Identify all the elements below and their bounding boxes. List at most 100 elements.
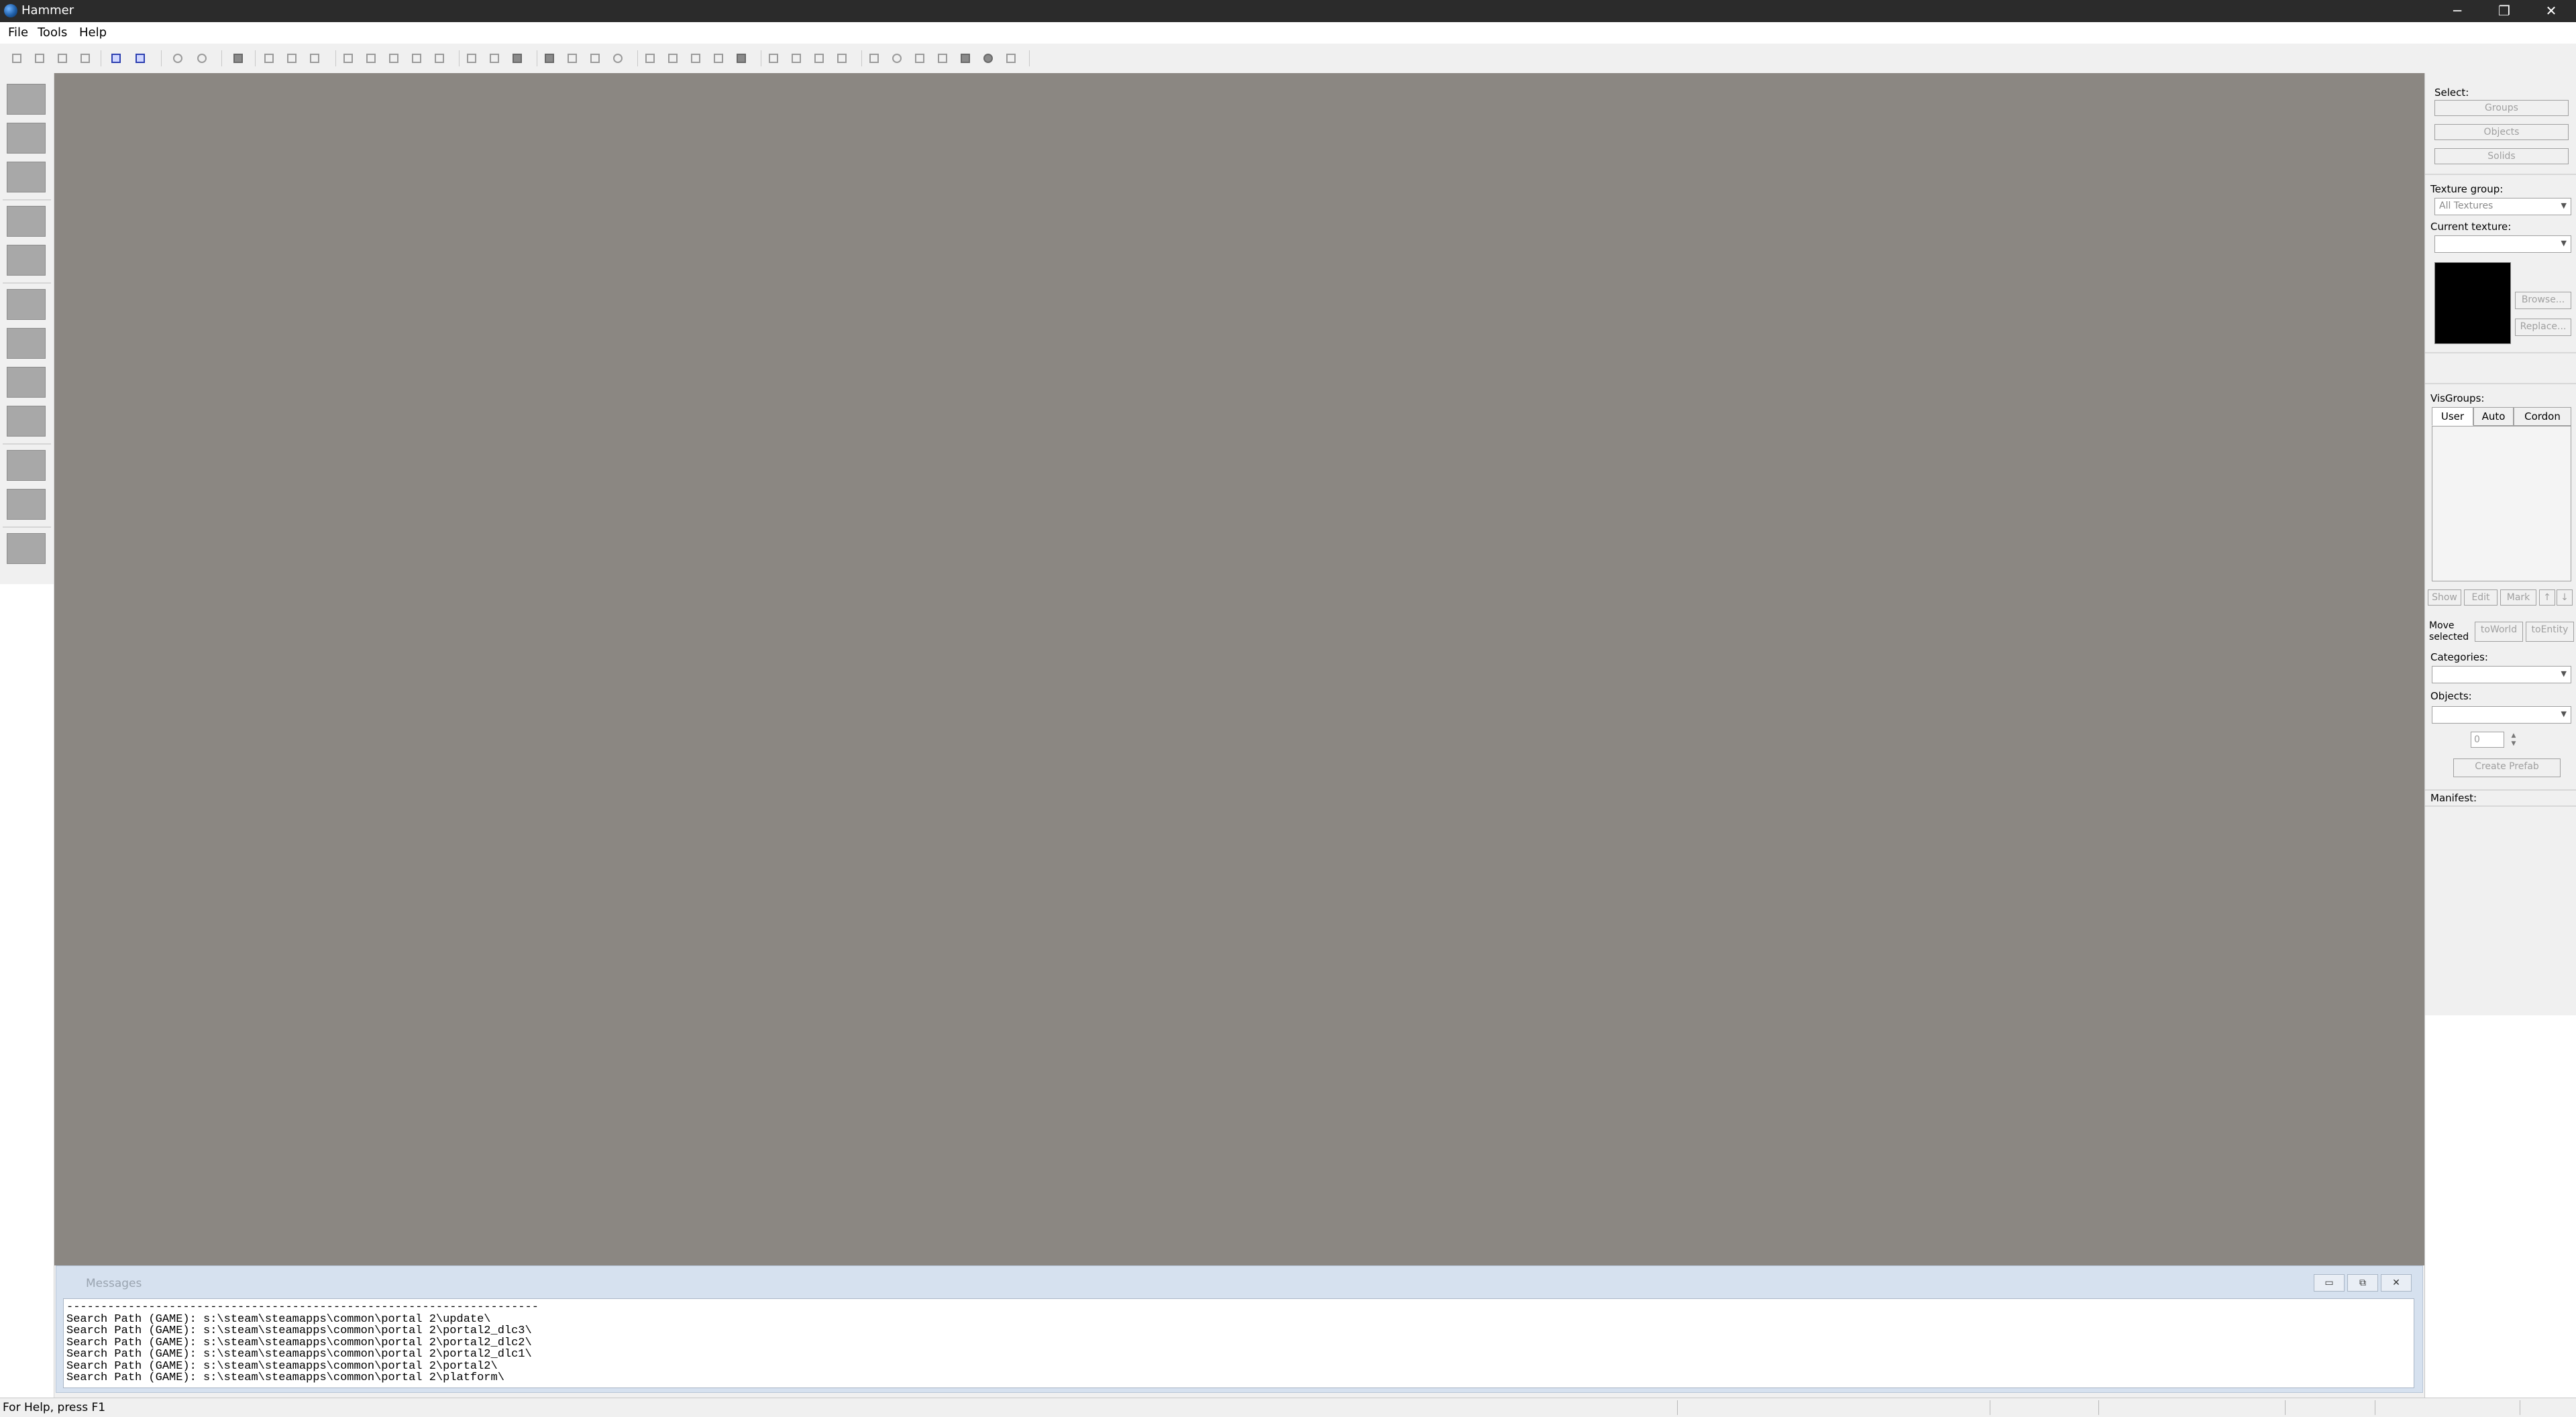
hide-icon[interactable] bbox=[283, 50, 301, 67]
menu-tools[interactable]: Tools bbox=[38, 26, 67, 40]
vertex-icon[interactable] bbox=[609, 50, 627, 67]
visgroups-label: VisGroups: bbox=[2430, 392, 2485, 404]
toolbar-separator bbox=[861, 50, 862, 66]
texture-lock-icon[interactable] bbox=[911, 50, 928, 67]
entity-tool-icon[interactable] bbox=[7, 206, 46, 237]
status-pane-divider bbox=[2098, 1400, 2099, 1415]
messages-restore-button[interactable]: ⧉ bbox=[2347, 1274, 2378, 1292]
to-entity-button[interactable]: toEntity bbox=[2526, 622, 2574, 642]
snap-icon[interactable] bbox=[833, 50, 851, 67]
grid-smaller-icon[interactable] bbox=[54, 50, 71, 67]
current-texture-select[interactable]: ▼ bbox=[2434, 235, 2571, 253]
apply-texture-tool-icon[interactable] bbox=[7, 328, 46, 359]
path-tool-icon[interactable] bbox=[7, 533, 46, 564]
vertex-tool-icon[interactable] bbox=[7, 489, 46, 520]
quickhide-icon[interactable] bbox=[339, 50, 357, 67]
align-icon[interactable] bbox=[687, 50, 704, 67]
block-tool-icon[interactable] bbox=[7, 245, 46, 276]
tab-cordon[interactable]: Cordon bbox=[2514, 407, 2571, 426]
chevron-down-icon: ▼ bbox=[2561, 239, 2567, 247]
select-objects-button[interactable]: Objects bbox=[2434, 124, 2569, 140]
texture-group-select[interactable]: All Textures ▼ bbox=[2434, 198, 2571, 215]
overlay-tool-icon[interactable] bbox=[7, 406, 46, 437]
select-invert-icon[interactable] bbox=[408, 50, 425, 67]
lighting-icon[interactable] bbox=[865, 50, 883, 67]
copy-icon[interactable] bbox=[486, 50, 503, 67]
cut-icon[interactable] bbox=[463, 50, 480, 67]
carve-icon[interactable] bbox=[107, 50, 125, 67]
terrain-icon[interactable] bbox=[733, 50, 750, 67]
messages-log-area[interactable]: ----------------------------------------… bbox=[63, 1298, 2414, 1388]
undo-icon[interactable] bbox=[169, 50, 186, 67]
select-solids-button[interactable]: Solids bbox=[2434, 148, 2569, 164]
carve-alt-icon[interactable] bbox=[131, 50, 149, 67]
select-none-icon[interactable] bbox=[385, 50, 402, 67]
chevron-down-icon: ▼ bbox=[2561, 669, 2567, 678]
ungroup-icon[interactable] bbox=[260, 50, 278, 67]
minimize-button[interactable]: ─ bbox=[2434, 0, 2481, 22]
menu-help[interactable]: Help bbox=[79, 26, 107, 40]
toolbar-separator bbox=[255, 50, 256, 66]
select-groups-button[interactable]: Groups bbox=[2434, 100, 2569, 116]
close-button[interactable]: ✕ bbox=[2528, 0, 2575, 22]
overlay-icon[interactable] bbox=[810, 50, 828, 67]
redo-icon[interactable] bbox=[193, 50, 211, 67]
tab-auto[interactable]: Auto bbox=[2473, 407, 2514, 426]
block-icon[interactable] bbox=[541, 50, 558, 67]
browse-button[interactable]: Browse... bbox=[2515, 292, 2571, 309]
resize-icon[interactable] bbox=[564, 50, 581, 67]
map-viewport[interactable] bbox=[54, 73, 2424, 1265]
paste-icon[interactable] bbox=[508, 50, 526, 67]
edit-button[interactable]: Edit bbox=[2464, 589, 2498, 606]
categories-select[interactable]: ▼ bbox=[2432, 666, 2571, 683]
status-help-text: For Help, press F1 bbox=[3, 1401, 106, 1414]
tool-separator bbox=[3, 199, 51, 201]
model-icon[interactable] bbox=[957, 50, 974, 67]
entity-icon[interactable] bbox=[979, 50, 997, 67]
show-button[interactable]: Show bbox=[2428, 589, 2461, 606]
prefab-count-input[interactable]: 0 bbox=[2471, 732, 2504, 748]
cubemap-icon[interactable] bbox=[934, 50, 951, 67]
window-title: Hammer bbox=[21, 3, 74, 17]
to-world-button[interactable]: toWorld bbox=[2475, 622, 2523, 642]
messages-close-button[interactable]: ✕ bbox=[2381, 1274, 2412, 1292]
mark-button[interactable]: Mark bbox=[2500, 589, 2536, 606]
clip-tool-icon[interactable] bbox=[7, 450, 46, 481]
clip-icon[interactable] bbox=[641, 50, 659, 67]
create-prefab-button[interactable]: Create Prefab bbox=[2453, 758, 2561, 777]
mirror-icon[interactable] bbox=[710, 50, 727, 67]
panel-separator bbox=[2425, 383, 2576, 384]
spin-arrows-icon[interactable]: ▲ ▼ bbox=[2506, 732, 2522, 750]
flip-icon[interactable] bbox=[664, 50, 682, 67]
toolbar-separator bbox=[335, 50, 336, 66]
maximize-button[interactable]: ❐ bbox=[2481, 0, 2528, 22]
replace-button[interactable]: Replace... bbox=[2515, 319, 2571, 336]
toolbar-separator bbox=[459, 50, 460, 66]
magnify-tool-icon[interactable] bbox=[7, 123, 46, 154]
grid-toggle-icon[interactable] bbox=[31, 50, 48, 67]
objects-select[interactable]: ▼ bbox=[2432, 706, 2571, 724]
select-all-icon[interactable] bbox=[362, 50, 380, 67]
unhide-icon[interactable] bbox=[306, 50, 323, 67]
grid-icon[interactable] bbox=[8, 50, 25, 67]
selection-tool-icon[interactable] bbox=[7, 84, 46, 115]
messages-minimize-button[interactable]: ▭ bbox=[2314, 1274, 2345, 1292]
menu-file[interactable]: File bbox=[8, 26, 28, 40]
texture-tool-icon[interactable] bbox=[7, 289, 46, 320]
tool-palette bbox=[0, 73, 54, 1398]
compile-icon[interactable] bbox=[1002, 50, 1020, 67]
path-icon[interactable] bbox=[788, 50, 805, 67]
camera-tool-icon[interactable] bbox=[7, 162, 46, 192]
group-icon[interactable] bbox=[229, 50, 247, 67]
tool-separator bbox=[3, 526, 51, 528]
sphere-icon[interactable] bbox=[888, 50, 906, 67]
rotate-icon[interactable] bbox=[586, 50, 604, 67]
move-up-button[interactable]: ↑ bbox=[2539, 589, 2555, 606]
grid-larger-icon[interactable] bbox=[76, 50, 94, 67]
move-down-button[interactable]: ↓ bbox=[2557, 589, 2573, 606]
tab-user[interactable]: User bbox=[2432, 407, 2473, 426]
tie-icon[interactable] bbox=[431, 50, 448, 67]
decal-tool-icon[interactable] bbox=[7, 367, 46, 398]
cordon-icon[interactable] bbox=[765, 50, 782, 67]
visgroups-list[interactable] bbox=[2432, 426, 2571, 581]
